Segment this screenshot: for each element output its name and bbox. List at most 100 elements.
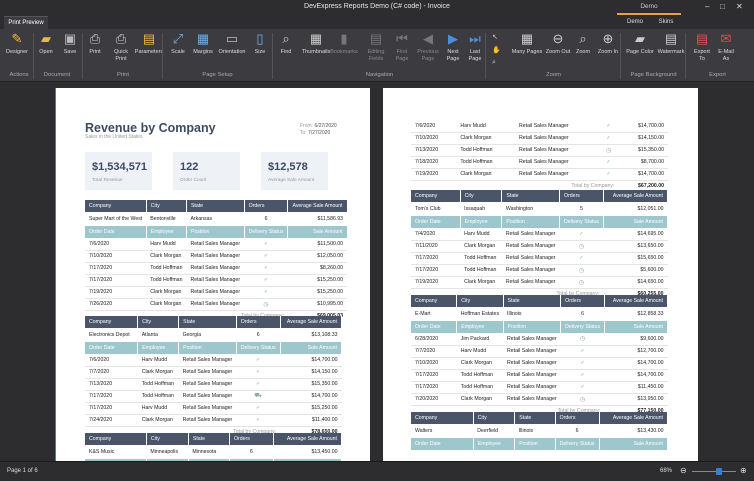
email-as-button[interactable]: ✉ E-Mail As: [712, 31, 740, 71]
magnifier-icon[interactable]: ⌕: [492, 59, 496, 67]
page-color-button[interactable]: ▰ Page Color: [624, 31, 656, 71]
table-row: 7/19/2020 Clark Morgan Retail Sales Manage…: [411, 276, 668, 289]
minimize-icon[interactable]: –: [705, 3, 709, 11]
button-label: E-Mail As: [718, 49, 734, 62]
table-cell: City: [137, 316, 180, 328]
size-icon: ▯: [256, 31, 264, 46]
table-cell: Todd Hoffman: [460, 252, 502, 265]
table-cell: 7/17/2020: [85, 262, 147, 275]
open-button[interactable]: ▰ Open: [33, 31, 59, 71]
margins-button[interactable]: ▦ Margins: [189, 31, 217, 71]
demo-tab[interactable]: Demo: [617, 0, 681, 15]
table-cell: $11,450.00: [604, 381, 668, 394]
table-cell: Retail Sales Manager: [186, 274, 245, 287]
table-cell: Orders: [229, 433, 274, 445]
table-cell: $14,695.00: [603, 228, 668, 241]
zoom-in-small-icon[interactable]: ⊕: [740, 466, 747, 475]
table-cell: Arkansas: [190, 216, 213, 222]
button-label: Last Page: [468, 49, 482, 62]
size-button[interactable]: ▯ Size: [249, 31, 271, 71]
next-page-button[interactable]: ▶ Next Page: [441, 31, 465, 71]
table-cell: Order Date: [411, 321, 458, 333]
table-cell: Hoffman Estates: [460, 311, 500, 317]
designer-button[interactable]: ✎ Designer: [3, 31, 31, 71]
print-button[interactable]: ⎙ Print: [83, 31, 107, 71]
document-viewer[interactable]: Revenue by Company Sales in the United S…: [0, 83, 754, 461]
to-label: To:: [300, 130, 307, 136]
table-row: 7/26/2020 Clark Morgan Retail Sales Manage…: [85, 298, 348, 311]
status-bar: Page 1 of 6 68% ⊖ ⊕: [0, 461, 754, 481]
last-page-button[interactable]: ⏭ Last Page: [463, 31, 487, 71]
button-label: Save: [63, 49, 77, 55]
table-cell: $14,700.00: [280, 390, 342, 403]
table-cell: 6: [581, 311, 585, 317]
company-table: Company City State Orders Average Sale Amoun…: [411, 412, 669, 450]
pointer-icon[interactable]: ↖: [492, 33, 498, 41]
from-date: From: 6/27/2020: [300, 123, 337, 129]
pdf-email-icon: ✉: [720, 31, 732, 46]
button-label: Open: [39, 49, 53, 55]
bookmarks-button[interactable]: ▮ Bookmarks: [328, 31, 360, 71]
table-cell: 6/28/2020: [411, 333, 457, 346]
scale-button[interactable]: ⤢ Scale: [165, 31, 191, 71]
table-cell: Retail Sales Manager: [186, 262, 245, 275]
table-row: 7/19/2020 Clark Morgan Retail Sales Manage…: [411, 168, 668, 181]
previous-page-button[interactable]: ◀ Previous Page: [413, 31, 443, 71]
tab-print-preview[interactable]: Print Preview: [4, 16, 48, 29]
table-cell: Retail Sales Manager: [186, 250, 245, 263]
editing-fields-button[interactable]: ▤ Editing Fields: [361, 31, 391, 71]
table-cell: K&S Music: [89, 449, 115, 455]
table-cell: 7/19/2020: [85, 286, 147, 299]
table-row: 6/28/2020 Jim Packard Retail Sales Manager…: [411, 333, 668, 346]
many-pages-button[interactable]: ▦ Many Pages: [509, 31, 545, 71]
parameters-button[interactable]: ▤ Parameters: [133, 31, 165, 71]
tab-demo[interactable]: Demo: [622, 16, 648, 29]
first-page-button[interactable]: ⏮ First Page: [390, 31, 414, 71]
table-cell: State: [188, 433, 230, 445]
company-header-row: Company City State Orders Average Sale Amoun…: [411, 190, 669, 202]
table-cell: Deerfield: [477, 428, 499, 434]
zoom-out-button[interactable]: ⊖ Zoom Out: [543, 31, 573, 71]
find-button[interactable]: ⌕ Find: [274, 31, 298, 71]
company-table: Company City State Orders Average Sale Amoun…: [85, 200, 348, 322]
table-cell: Company: [411, 190, 461, 202]
table-cell: 7/13/2020: [411, 144, 457, 157]
table-cell: Clark Morgan: [456, 357, 504, 370]
zoom-in-button[interactable]: ⊕ Zoom In: [594, 31, 622, 71]
save-button[interactable]: ▣ Save: [57, 31, 83, 71]
table-cell: Sale Amount: [603, 216, 669, 228]
kpi-label: Total Revenue: [92, 178, 123, 183]
button-label: Zoom In: [597, 49, 619, 55]
table-cell: $11,586.93: [317, 216, 344, 222]
table-cell: 6: [256, 332, 260, 338]
table-cell: Retail Sales Manager: [515, 144, 600, 157]
table-cell: $14,150.00: [280, 366, 342, 379]
table-cell: Company: [85, 433, 147, 445]
hand-tool-icon[interactable]: ✋: [492, 46, 501, 54]
maximize-icon[interactable]: □: [720, 3, 725, 11]
table-row: 7/18/2020 Todd Hoffman Retail Sales Manage…: [411, 156, 668, 169]
table-cell: $15,350.00: [618, 144, 668, 157]
zoom-slider[interactable]: [692, 468, 736, 475]
table-cell: 7/17/2020: [85, 402, 138, 415]
table-cell: Electronics Depot: [89, 332, 130, 338]
table-row: 7/13/2020 Todd Hoffman Retail Sales Manage…: [85, 378, 342, 391]
table-cell: Harv Mudd: [460, 228, 502, 241]
table-row: 7/11/2020 Clark Morgan Retail Sales Manage…: [411, 240, 668, 253]
group-document: Document: [43, 72, 71, 78]
close-icon[interactable]: ✕: [736, 3, 743, 11]
tab-skins[interactable]: Skins: [653, 16, 679, 29]
zoom-out-small-icon[interactable]: ⊖: [680, 466, 687, 475]
group-navigation: Navigation: [365, 72, 394, 78]
zoom-slider-thumb[interactable]: [716, 468, 723, 475]
zoom-button[interactable]: ⌕ Zoom: [570, 31, 596, 71]
table-cell: Employee: [137, 342, 180, 354]
table-cell: $15,250.00: [287, 274, 348, 287]
order-header-row: Order DateEmployeePositionDelivery Statu…: [411, 216, 669, 228]
pending-clock-icon: ◷: [599, 144, 619, 157]
orientation-button[interactable]: ▭ Orientation: [215, 31, 249, 71]
watermark-button[interactable]: ▤ Watermark: [654, 31, 688, 71]
table-cell: Clark Morgan: [460, 240, 502, 253]
table-cell: Position: [503, 321, 562, 333]
quick-print-button[interactable]: ⎙ Quick Print: [107, 31, 135, 71]
